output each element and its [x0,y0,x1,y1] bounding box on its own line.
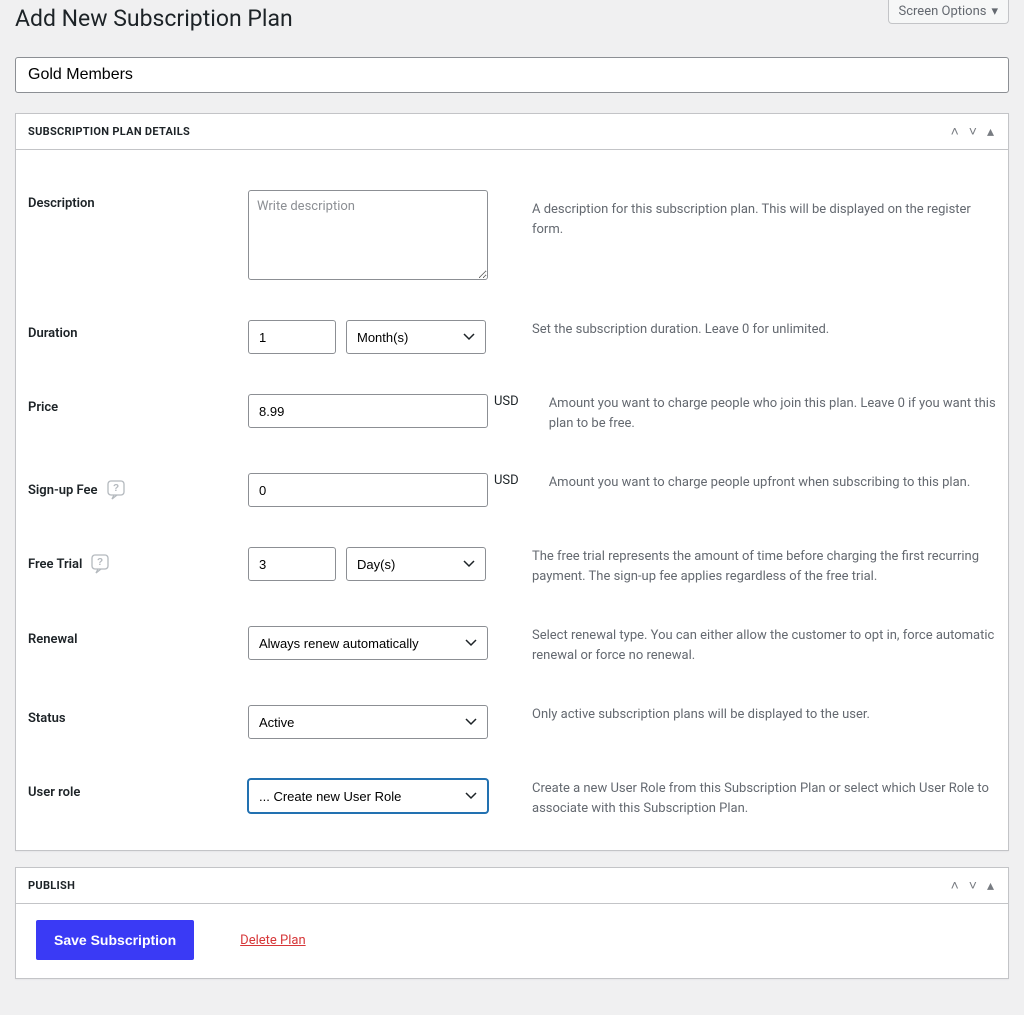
signup-fee-help: Amount you want to charge people upfront… [525,473,996,493]
panel-move-down-icon[interactable]: ˅ [967,121,979,142]
duration-help: Set the subscription duration. Leave 0 f… [508,320,996,340]
user-role-label: User role [28,779,248,800]
signup-fee-currency: USD [494,473,519,488]
price-help: Amount you want to charge people who joi… [525,394,996,433]
price-currency: USD [494,394,519,409]
status-help: Only active subscription plans will be d… [508,705,996,725]
chevron-down-icon: ▾ [991,4,998,19]
duration-label: Duration [28,320,248,341]
free-trial-label: Free Trial [28,557,82,572]
panel-move-up-icon[interactable]: ˄ [949,121,961,142]
panel-move-down-icon[interactable]: ˅ [967,875,979,896]
signup-fee-label: Sign-up Fee [28,483,98,498]
screen-options-toggle[interactable]: Screen Options ▾ [888,0,1010,24]
duration-input[interactable] [248,320,336,354]
save-subscription-button[interactable]: Save Subscription [36,920,194,960]
panel-move-up-icon[interactable]: ˄ [949,875,961,896]
user-role-select[interactable]: ... Create new User Role [248,779,488,813]
price-label: Price [28,394,248,415]
delete-plan-link[interactable]: Delete Plan [240,933,305,948]
description-label: Description [28,190,248,211]
screen-options-label: Screen Options [899,4,987,19]
free-trial-input[interactable] [248,547,336,581]
plan-title-input[interactable] [15,57,1009,93]
renewal-select[interactable]: Always renew automatically [248,626,488,660]
free-trial-unit-select[interactable]: Day(s) [346,547,486,581]
description-textarea[interactable] [248,190,488,280]
panel-collapse-icon[interactable]: ▴ [985,122,996,142]
panel-publish: PUBLISH ˄ ˅ ▴ Save Subscription Delete P… [15,867,1009,979]
renewal-label: Renewal [28,626,248,647]
duration-unit-select[interactable]: Month(s) [346,320,486,354]
description-help: A description for this subscription plan… [508,190,996,239]
page-title: Add New Subscription Plan [15,5,293,32]
help-tooltip-icon[interactable]: ? [104,479,128,501]
price-input[interactable] [248,394,488,428]
renewal-help: Select renewal type. You can either allo… [508,626,996,665]
panel-details-title: SUBSCRIPTION PLAN DETAILS [28,125,190,138]
panel-subscription-details: SUBSCRIPTION PLAN DETAILS ˄ ˅ ▴ Descript… [15,113,1009,851]
status-select[interactable]: Active [248,705,488,739]
panel-collapse-icon[interactable]: ▴ [985,876,996,896]
signup-fee-input[interactable] [248,473,488,507]
help-tooltip-icon[interactable]: ? [88,553,112,575]
panel-publish-title: PUBLISH [28,879,75,892]
svg-text:?: ? [112,483,118,494]
status-label: Status [28,705,248,726]
svg-text:?: ? [97,557,103,568]
free-trial-help: The free trial represents the amount of … [508,547,996,586]
user-role-help: Create a new User Role from this Subscri… [508,779,996,818]
